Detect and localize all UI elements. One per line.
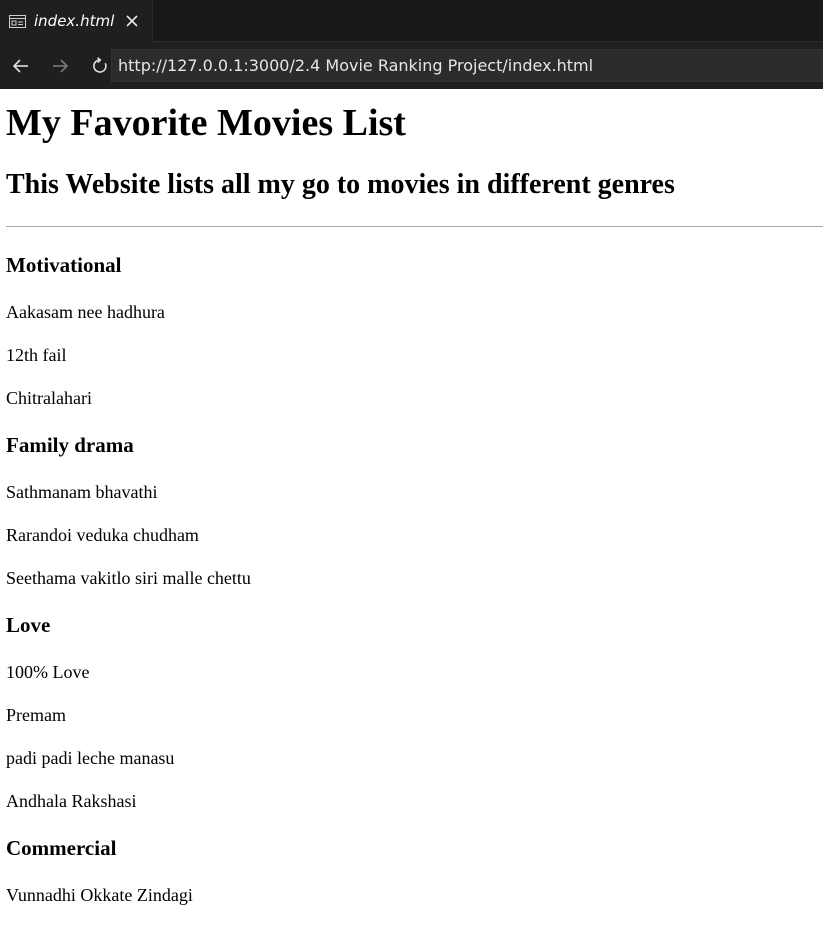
- page-title: My Favorite Movies List: [6, 102, 406, 144]
- close-icon[interactable]: [124, 13, 140, 29]
- navigation-bar: http://127.0.0.1:3000/2.4 Movie Ranking …: [0, 42, 823, 89]
- movie-item: padi padi leche manasu: [6, 748, 175, 768]
- genre-heading: Commercial: [6, 836, 117, 860]
- movie-item: Vunnadhi Okkate Zindagi: [6, 885, 193, 905]
- movie-item: Seethama vakitlo siri malle chettu: [6, 568, 251, 588]
- genre-section-commercial: Commercial Vunnadhi Okkate Zindagi: [6, 811, 823, 905]
- page-subtitle: This Website lists all my go to movies i…: [6, 169, 675, 200]
- back-arrow-icon[interactable]: [4, 49, 38, 83]
- address-url: http://127.0.0.1:3000/2.4 Movie Ranking …: [118, 56, 594, 75]
- movie-item: 100% Love: [6, 662, 90, 682]
- browser-chrome: index.html http://127.0.0.1:3000/2.4 Mov…: [0, 0, 823, 89]
- genre-section-family-drama: Family drama Sathmanam bhavathi Rarandoi…: [6, 408, 823, 588]
- page-content: My Favorite Movies List This Website lis…: [0, 101, 823, 905]
- tab-strip: index.html: [0, 0, 823, 42]
- forward-arrow-icon[interactable]: [43, 49, 77, 83]
- genre-section-motivational: Motivational Aakasam nee hadhura 12th fa…: [6, 227, 823, 408]
- page-icon: [9, 14, 26, 28]
- genre-section-love: Love 100% Love Premam padi padi leche ma…: [6, 588, 823, 811]
- genre-heading: Motivational: [6, 253, 122, 277]
- genre-heading: Family drama: [6, 433, 134, 457]
- tab-title: index.html: [34, 12, 115, 30]
- tab-index-html[interactable]: index.html: [0, 0, 154, 42]
- movie-item: Premam: [6, 705, 66, 725]
- genre-heading: Love: [6, 613, 51, 637]
- movie-item: Chitralahari: [6, 388, 92, 408]
- address-bar[interactable]: http://127.0.0.1:3000/2.4 Movie Ranking …: [111, 49, 823, 82]
- movie-item: Sathmanam bhavathi: [6, 482, 158, 502]
- movie-item: 12th fail: [6, 345, 67, 365]
- movie-item: Andhala Rakshasi: [6, 791, 137, 811]
- movie-item: Rarandoi veduka chudham: [6, 525, 199, 545]
- movie-item: Aakasam nee hadhura: [6, 302, 165, 322]
